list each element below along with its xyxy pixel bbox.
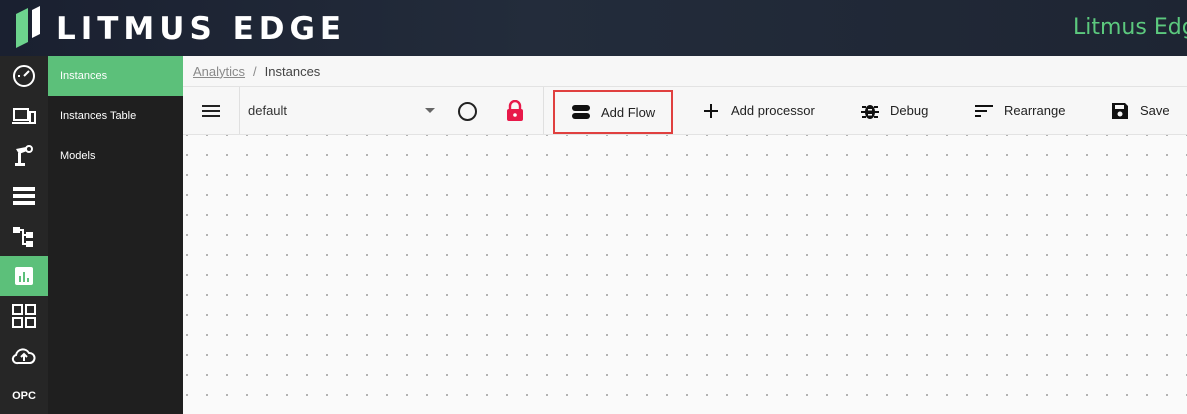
sort-lines-icon (975, 104, 993, 117)
status-circle-icon[interactable] (458, 102, 477, 121)
rail-item-opc[interactable]: OPC (0, 376, 48, 414)
breadcrumb-current: Instances (264, 63, 321, 79)
litmus-logo-icon (16, 6, 40, 48)
subnav-item-label: Instances (60, 70, 108, 82)
add-flow-button[interactable]: Add Flow (553, 90, 673, 134)
flow-canvas[interactable] (183, 135, 1187, 414)
rail-item-hierarchy[interactable] (0, 216, 48, 256)
breadcrumb: Analytics / Instances (183, 56, 1187, 86)
lock-icon[interactable] (506, 100, 524, 122)
apps-grid-icon (12, 304, 36, 328)
save-label: Save (1140, 103, 1170, 118)
cloud-upload-icon (11, 348, 36, 365)
robot-arm-icon (15, 145, 33, 166)
hierarchy-icon (13, 227, 33, 247)
rail-item-cloud[interactable] (0, 336, 48, 376)
sub-navigation: Instances Instances Table Models (48, 56, 183, 414)
flow-toolbar: default Add Flow Add processor Debug Rea… (183, 86, 1187, 135)
debug-label: Debug (890, 103, 929, 118)
rail-item-devices[interactable] (0, 96, 48, 136)
subnav-item-label: Models (60, 150, 96, 162)
brand-name-right: Litmus Edg (1073, 15, 1187, 40)
add-processor-label: Add processor (731, 103, 815, 118)
rearrange-button[interactable]: Rearrange (974, 87, 1065, 134)
toolbar-divider (543, 87, 544, 134)
rail-item-apps[interactable] (0, 296, 48, 336)
toolbar-divider (239, 87, 240, 134)
rail-item-robot[interactable] (0, 136, 48, 176)
flow-stack-icon (572, 105, 590, 119)
dashboard-gauge-icon (13, 65, 35, 87)
debug-button[interactable]: Debug (860, 87, 928, 134)
icon-rail: OPC (0, 56, 48, 414)
subnav-item-label: Instances Table (60, 110, 137, 122)
add-flow-label: Add Flow (601, 104, 656, 120)
breadcrumb-separator: / (253, 63, 257, 79)
rearrange-label: Rearrange (1004, 103, 1066, 118)
rail-item-dashboard[interactable] (0, 56, 48, 96)
bug-icon (861, 104, 879, 119)
plus-icon (704, 103, 718, 118)
rail-item-servers[interactable] (0, 176, 48, 216)
server-list-icon (13, 187, 35, 205)
brand-name: LITMUS EDGE (56, 11, 347, 47)
analytics-chart-icon (15, 267, 33, 285)
breadcrumb-analytics-link[interactable]: Analytics (193, 64, 245, 79)
rail-opc-label: OPC (12, 390, 36, 402)
subnav-item-instances[interactable]: Instances (48, 56, 183, 96)
floppy-disk-icon (1112, 102, 1128, 119)
dropdown-caret-icon[interactable] (425, 108, 435, 113)
hamburger-menu-icon[interactable] (201, 101, 221, 121)
flow-select[interactable]: default (248, 103, 287, 118)
save-button[interactable]: Save (1110, 87, 1170, 134)
devices-icon (12, 108, 36, 124)
top-header: LITMUS EDGE Litmus Edg (0, 0, 1187, 56)
subnav-item-models[interactable]: Models (48, 136, 183, 176)
rail-item-analytics[interactable] (0, 256, 48, 296)
add-processor-button[interactable]: Add processor (701, 87, 815, 134)
subnav-item-instances-table[interactable]: Instances Table (48, 96, 183, 136)
